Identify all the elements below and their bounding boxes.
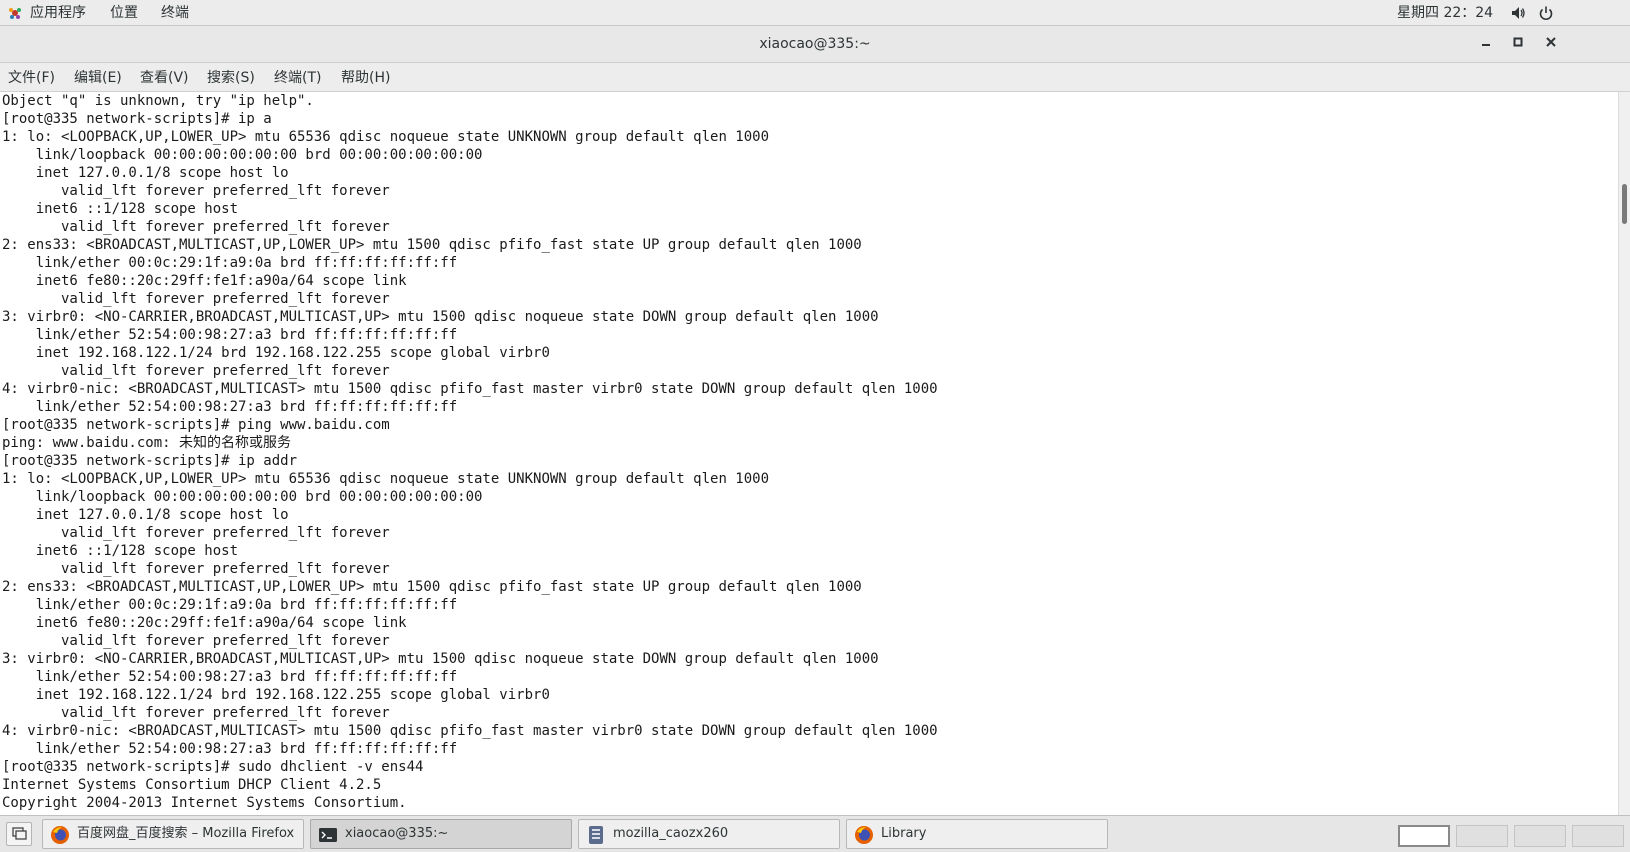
terminal-line: 1: lo: <LOOPBACK,UP,LOWER_UP> mtu 65536 … [2,129,770,145]
window-titlebar[interactable]: xiaocao@335:~ [0,26,1630,63]
terminal-line: inet 127.0.0.1/8 scope host lo [2,165,289,181]
terminal-line: valid_lft forever preferred_lft forever [2,561,390,577]
scrollbar-thumb[interactable] [1622,184,1627,224]
terminal-icon [319,828,337,842]
menu-search[interactable]: 搜索(S) [207,69,255,87]
terminal-line: 2: ens33: <BROADCAST,MULTICAST,UP,LOWER_… [2,579,862,595]
terminal-line: inet 127.0.0.1/8 scope host lo [2,507,289,523]
terminal-line: Object "q" is unknown, try "ip help". [2,93,314,109]
menu-edit[interactable]: 编辑(E) [74,69,122,87]
terminal-line: inet6 ::1/128 scope host [2,201,239,217]
window-title: xiaocao@335:~ [759,36,871,52]
terminal-line: 3: virbr0: <NO-CARRIER,BROADCAST,MULTICA… [2,309,879,325]
terminal-line: inet6 fe80::20c:29ff:fe1f:a90a/64 scope … [2,615,407,631]
terminal-line: link/ether 52:54:00:98:27:a3 brd ff:ff:f… [2,327,458,343]
file-manager-icon [589,826,603,844]
terminal-line: 2: ens33: <BROADCAST,MULTICAST,UP,LOWER_… [2,237,862,253]
terminal-line: link/ether 00:0c:29:1f:a9:0a brd ff:ff:f… [2,597,458,613]
menu-view[interactable]: 查看(V) [140,69,189,87]
terminal-line: valid_lft forever preferred_lft forever [2,633,390,649]
terminal-line: link/loopback 00:00:00:00:00:00 brd 00:0… [2,489,483,505]
workspace-1[interactable] [1398,825,1450,847]
terminal-line: inet 192.168.122.1/24 brd 192.168.122.25… [2,345,550,361]
clock[interactable]: 星期四 22：24 [1397,3,1493,23]
task-file-manager[interactable]: mozilla_caozx260 [578,819,840,849]
close-icon [1546,37,1556,47]
terminal-line: 1: lo: <LOOPBACK,UP,LOWER_UP> mtu 65536 … [2,471,770,487]
terminal-line: Internet Systems Consortium DHCP Client … [2,777,382,793]
terminal-line: 4: virbr0-nic: <BROADCAST,MULTICAST> mtu… [2,381,938,397]
firefox-icon [855,826,873,844]
workspace-2[interactable] [1456,825,1508,847]
terminal-line: [root@335 network-scripts]# sudo dhclien… [2,759,424,775]
minimize-button[interactable] [1476,34,1496,54]
terminal-line: valid_lft forever preferred_lft forever [2,291,390,307]
maximize-button[interactable] [1508,34,1528,54]
terminal-line: link/ether 52:54:00:98:27:a3 brd ff:ff:f… [2,669,458,685]
terminal-line: [root@335 network-scripts]# ping www.bai… [2,417,390,433]
minimize-icon [1482,44,1490,46]
terminal-line: inet6 ::1/128 scope host [2,543,239,559]
firefox-icon [51,826,69,844]
task-label: mozilla_caozx260 [613,826,729,841]
volume-icon[interactable] [1510,5,1526,21]
applications-menu[interactable]: 应用程序 [30,3,86,23]
terminal-line: link/ether 52:54:00:98:27:a3 brd ff:ff:f… [2,399,458,415]
terminal-line: inet6 fe80::20c:29ff:fe1f:a90a/64 scope … [2,273,407,289]
menu-terminal[interactable]: 终端(T) [274,69,321,87]
show-desktop-icon [12,827,27,840]
workspace-4[interactable] [1572,825,1624,847]
terminal-line: valid_lft forever preferred_lft forever [2,705,390,721]
terminal-line: valid_lft forever preferred_lft forever [2,183,390,199]
places-menu[interactable]: 位置 [110,3,138,23]
terminal-line: link/ether 00:0c:29:1f:a9:0a brd ff:ff:f… [2,255,458,271]
terminal-line: link/loopback 00:00:00:00:00:00 brd 00:0… [2,147,483,163]
terminal-line: 4: virbr0-nic: <BROADCAST,MULTICAST> mtu… [2,723,938,739]
terminal-line: [root@335 network-scripts]# ip addr [2,453,298,469]
task-label: 百度网盘_百度搜索 – Mozilla Firefox [77,826,295,841]
task-firefox-baidu[interactable]: 百度网盘_百度搜索 – Mozilla Firefox [42,819,304,849]
close-button[interactable] [1541,34,1561,54]
task-firefox-library[interactable]: Library [846,819,1108,849]
terminal-line: Copyright 2004-2013 Internet Systems Con… [2,795,407,811]
terminal-line: 3: virbr0: <NO-CARRIER,BROADCAST,MULTICA… [2,651,879,667]
maximize-icon [1513,37,1523,47]
task-terminal[interactable]: xiaocao@335:~ [310,819,572,849]
workspace-3[interactable] [1514,825,1566,847]
task-label: xiaocao@335:~ [345,826,449,841]
menu-file[interactable]: 文件(F) [8,69,55,87]
applications-menu-icon[interactable] [8,6,22,20]
terminal-line: ping: www.baidu.com: 未知的名称或服务 [2,435,292,451]
menu-help[interactable]: 帮助(H) [341,69,390,87]
terminal-line: valid_lft forever preferred_lft forever [2,219,390,235]
terminal-line: link/ether 52:54:00:98:27:a3 brd ff:ff:f… [2,741,458,757]
top-panel: 应用程序 位置 终端 星期四 22：24 [0,0,1630,26]
terminal-line: [root@335 network-scripts]# ip a [2,111,272,127]
taskbar: 百度网盘_百度搜索 – Mozilla Firefox xiaocao@335:… [0,815,1630,852]
terminal-app-menu[interactable]: 终端 [161,3,189,23]
task-label: Library [881,826,927,841]
terminal-line: valid_lft forever preferred_lft forever [2,363,390,379]
terminal-line: inet 192.168.122.1/24 brd 192.168.122.25… [2,687,550,703]
menubar: 文件(F) 编辑(E) 查看(V) 搜索(S) 终端(T) 帮助(H) [0,63,1630,92]
power-icon[interactable] [1538,5,1554,21]
terminal-scrollbar[interactable] [1618,92,1630,815]
terminal-line: valid_lft forever preferred_lft forever [2,525,390,541]
terminal-output[interactable]: Object "q" is unknown, try "ip help". [r… [0,92,1618,815]
show-desktop-button[interactable] [6,822,32,846]
